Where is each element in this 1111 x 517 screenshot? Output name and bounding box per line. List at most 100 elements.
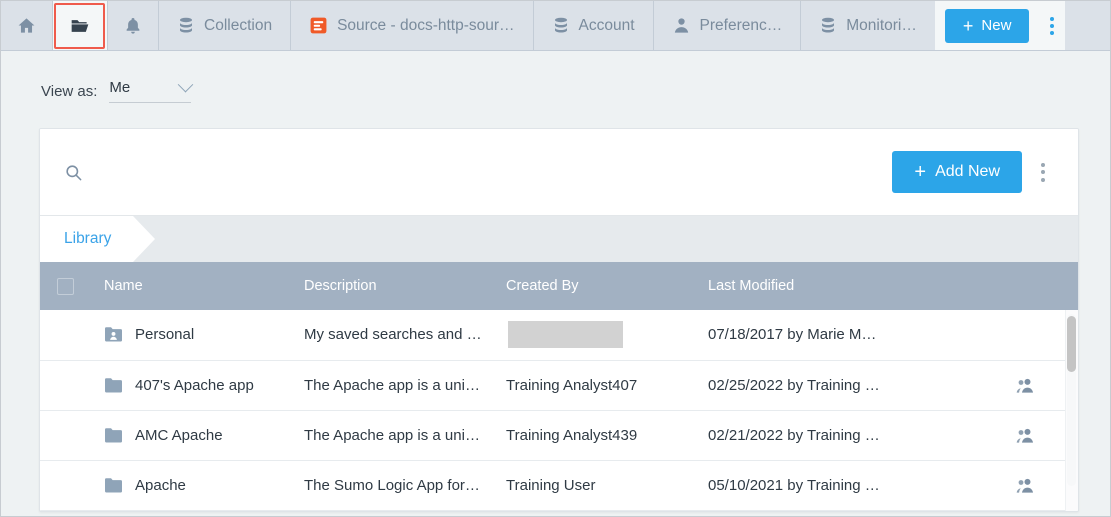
redacted-value — [508, 321, 623, 348]
topbar-overflow-menu[interactable] — [1039, 1, 1065, 50]
source-icon — [309, 16, 328, 35]
created-by-value: Training Analyst407 — [506, 377, 637, 394]
people-icon[interactable] — [1015, 477, 1035, 494]
row-last-modified-cell: 02/21/2022 by Training … — [694, 410, 956, 460]
row-last-modified-label: 07/18/2017 by Marie M… — [708, 326, 876, 343]
view-as-row: View as: Me — [1, 51, 1110, 109]
tab-source[interactable]: Source - docs-http-sour… — [291, 1, 533, 50]
breadcrumb: Library — [40, 215, 1078, 262]
row-name-cell[interactable]: Personal — [90, 310, 290, 360]
table-row[interactable]: AMC Apache The Apache app is a uni… Traini… — [40, 410, 1079, 460]
folder-open-icon — [69, 16, 91, 36]
row-select-cell[interactable] — [40, 410, 90, 460]
row-name-label: AMC Apache — [135, 427, 223, 444]
column-created-by[interactable]: Created By — [492, 262, 694, 310]
tab-label: Account — [579, 18, 635, 34]
row-last-modified-cell: 02/25/2022 by Training … — [694, 360, 956, 410]
table-row[interactable]: Apache The Sumo Logic App for… Training Us… — [40, 460, 1079, 510]
row-description-label: The Sumo Logic App for… — [304, 477, 480, 494]
row-name-cell[interactable]: AMC Apache — [90, 410, 290, 460]
tab-library[interactable] — [53, 1, 108, 50]
row-select-cell[interactable] — [40, 360, 90, 410]
row-select-cell[interactable] — [40, 460, 90, 510]
search-container — [64, 163, 892, 182]
view-as-dropdown[interactable]: Me — [109, 79, 191, 103]
folder-icon — [104, 477, 123, 494]
row-shared-cell — [956, 460, 1079, 510]
row-description-label: My saved searches and … — [304, 326, 482, 343]
breadcrumb-label: Library — [64, 230, 111, 248]
row-shared-cell — [956, 360, 1079, 410]
row-description-cell: My saved searches and … — [290, 310, 492, 360]
table-body: Personal My saved searches and … 07/18/201… — [40, 310, 1079, 510]
bell-icon — [124, 16, 142, 35]
tab-label: Collection — [204, 18, 272, 34]
tab-label: Monitori… — [846, 18, 917, 34]
column-name-label: Name — [90, 278, 290, 294]
new-button[interactable]: + New — [945, 9, 1030, 43]
row-shared-cell — [956, 310, 1079, 360]
row-description-cell: The Apache app is a uni… — [290, 410, 492, 460]
plus-icon: + — [963, 17, 974, 35]
vertical-scrollbar[interactable] — [1067, 314, 1076, 486]
card-toolbar: + Add New — [40, 129, 1078, 215]
column-description[interactable]: Description — [290, 262, 492, 310]
table-row[interactable]: 407's Apache app The Apache app is a uni…… — [40, 360, 1079, 410]
row-name-label: Personal — [135, 326, 194, 343]
search-input[interactable] — [93, 164, 590, 181]
column-description-label: Description — [290, 278, 492, 294]
kebab-dot — [1050, 31, 1054, 35]
kebab-dot — [1050, 17, 1054, 21]
tab-alerts[interactable] — [108, 1, 159, 50]
created-by-value: Training Analyst439 — [506, 427, 637, 444]
breadcrumb-item-library[interactable]: Library — [40, 216, 133, 262]
column-last-modified[interactable]: Last Modified — [694, 262, 956, 310]
tab-collection[interactable]: Collection — [159, 1, 291, 50]
library-table-container: Name Description Created By Last Modifie… — [40, 262, 1078, 511]
select-all-checkbox[interactable] — [57, 278, 74, 295]
tab-preferences[interactable]: Preferenc… — [654, 1, 802, 50]
row-description-cell: The Apache app is a uni… — [290, 360, 492, 410]
column-created-by-label: Created By — [492, 278, 694, 294]
search-icon[interactable] — [64, 163, 83, 182]
people-icon[interactable] — [1015, 377, 1035, 394]
column-shared — [956, 262, 1079, 310]
library-card: + Add New Library — [39, 128, 1079, 512]
column-name[interactable]: Name — [90, 262, 290, 310]
table-header-row: Name Description Created By Last Modifie… — [40, 262, 1079, 310]
tab-home[interactable] — [1, 1, 53, 50]
library-table: Name Description Created By Last Modifie… — [40, 262, 1079, 511]
row-name-cell[interactable]: 407's Apache app — [90, 360, 290, 410]
row-last-modified-cell: 05/10/2021 by Training … — [694, 460, 956, 510]
home-icon — [17, 16, 36, 35]
tab-account[interactable]: Account — [534, 1, 654, 50]
row-select-cell[interactable] — [40, 310, 90, 360]
row-created-by-cell: Training User — [492, 460, 694, 510]
row-description-label: The Apache app is a uni… — [304, 427, 480, 444]
table-row[interactable]: Personal My saved searches and … 07/18/201… — [40, 310, 1079, 360]
kebab-dot — [1041, 163, 1045, 167]
database-icon — [552, 16, 570, 35]
add-new-button[interactable]: + Add New — [892, 151, 1022, 193]
row-created-by-cell: Training Analyst439 — [492, 410, 694, 460]
row-description-cell: The Sumo Logic App for… — [290, 460, 492, 510]
row-shared-cell — [956, 410, 1079, 460]
new-button-label: New — [981, 17, 1011, 34]
kebab-dot — [1041, 170, 1045, 174]
people-icon[interactable] — [1015, 427, 1035, 444]
tab-label: Preferenc… — [700, 18, 783, 34]
column-last-modified-label: Last Modified — [694, 278, 956, 294]
row-description-label: The Apache app is a uni… — [304, 377, 480, 394]
card-overflow-menu[interactable] — [1022, 163, 1064, 182]
tab-monitoring[interactable]: Monitori… — [801, 1, 935, 50]
created-by-value: Training User — [506, 477, 595, 494]
row-name-cell[interactable]: Apache — [90, 460, 290, 510]
kebab-dot — [1050, 24, 1054, 28]
scrollbar-thumb[interactable] — [1067, 316, 1076, 372]
row-name-label: Apache — [135, 477, 186, 494]
column-select — [40, 262, 90, 310]
row-created-by-cell — [492, 310, 694, 360]
folder-icon — [104, 427, 123, 444]
row-name-label: 407's Apache app — [135, 377, 254, 394]
add-new-label: Add New — [935, 163, 1000, 181]
